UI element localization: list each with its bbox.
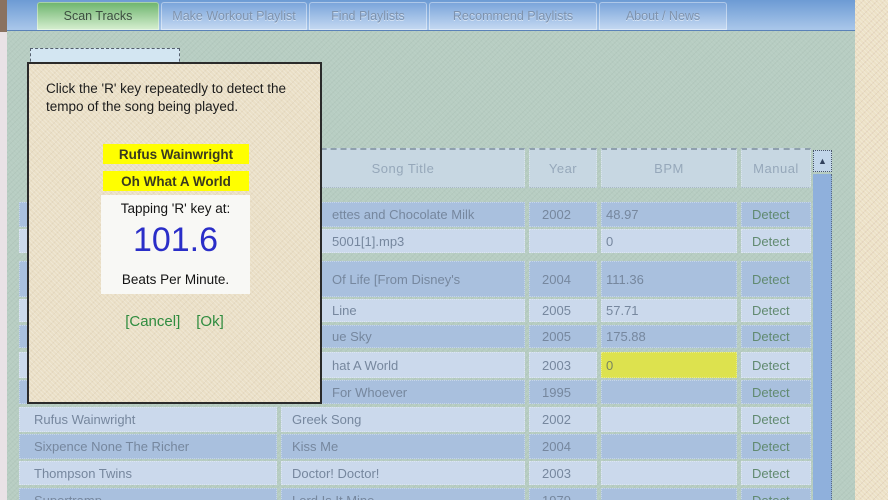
cell-year[interactable]: 1995 <box>529 380 597 404</box>
window-left-edge <box>0 0 7 500</box>
cell-bpm[interactable]: 48.97 <box>601 202 737 227</box>
cell-manual: Detect <box>741 434 811 459</box>
dialog-instruction-text: Click the 'R' key repeatedly to detect t… <box>46 81 287 114</box>
scrollbar-thumb[interactable] <box>813 174 832 500</box>
tapping-label: Tapping 'R' key at: <box>120 201 231 216</box>
detect-link[interactable]: Detect <box>752 358 790 373</box>
tab-about-news[interactable]: About / News <box>599 2 727 30</box>
tab-bar: Scan Tracks Make Workout Playlist Find Pla… <box>7 0 855 31</box>
cell-song-title[interactable]: Doctor! Doctor! <box>281 461 525 485</box>
cell-bpm[interactable] <box>601 407 737 432</box>
cell-manual: Detect <box>741 229 811 253</box>
bpm-value: 101.6 <box>132 221 219 259</box>
window-right-margin <box>855 0 888 500</box>
dialog-song-title: Oh What A World <box>103 171 249 191</box>
scroll-up-arrow-icon: ▲ <box>818 156 827 166</box>
bpm-unit-label: Beats Per Minute. <box>121 272 230 287</box>
cell-year[interactable]: 2002 <box>529 407 597 432</box>
cancel-button[interactable]: [Cancel] <box>125 313 180 330</box>
dialog-buttons: [Cancel] [Ok] <box>29 313 320 330</box>
cell-bpm[interactable]: 111.36 <box>601 261 737 297</box>
cell-artist[interactable]: Rufus Wainwright <box>19 407 277 432</box>
cell-year[interactable]: 2004 <box>529 261 597 297</box>
detect-link[interactable]: Detect <box>752 234 790 249</box>
cell-bpm[interactable]: 0 <box>601 229 737 253</box>
cell-year[interactable]: 2004 <box>529 434 597 459</box>
cell-manual: Detect <box>741 488 811 500</box>
cell-bpm[interactable] <box>601 434 737 459</box>
cell-artist[interactable]: Sixpence None The Richer <box>19 434 277 459</box>
cell-year[interactable] <box>529 229 597 253</box>
cell-year[interactable]: 2003 <box>529 461 597 485</box>
app-window: Scan Tracks Make Workout Playlist Find Pla… <box>0 0 888 500</box>
cell-bpm[interactable] <box>601 488 737 500</box>
cell-bpm[interactable]: 0 <box>601 352 737 378</box>
cell-manual: Detect <box>741 352 811 378</box>
detect-link[interactable]: Detect <box>752 385 790 400</box>
tab-make-workout-playlist[interactable]: Make Workout Playlist <box>161 2 307 30</box>
ok-button[interactable]: [Ok] <box>196 313 224 330</box>
window-left-edge-top <box>0 0 7 32</box>
scrollbar-up-button[interactable]: ▲ <box>813 150 832 172</box>
tab-scan-tracks[interactable]: Scan Tracks <box>37 2 159 30</box>
dialog-artist-name: Rufus Wainwright <box>103 144 249 164</box>
cell-bpm[interactable]: 57.71 <box>601 299 737 322</box>
cell-artist[interactable]: Thompson Twins <box>19 461 277 485</box>
cell-year[interactable]: 2005 <box>529 325 597 348</box>
cell-year[interactable]: 1979 <box>529 488 597 500</box>
detect-link[interactable]: Detect <box>752 439 790 454</box>
detect-link[interactable]: Detect <box>752 303 790 318</box>
cell-year[interactable]: 2003 <box>529 352 597 378</box>
cell-bpm[interactable] <box>601 461 737 485</box>
cell-manual: Detect <box>741 325 811 348</box>
tempo-detect-dialog: Click the 'R' key repeatedly to detect t… <box>27 62 322 404</box>
cell-manual: Detect <box>741 461 811 485</box>
cell-manual: Detect <box>741 261 811 297</box>
detect-link[interactable]: Detect <box>752 412 790 427</box>
cell-manual: Detect <box>741 380 811 404</box>
cell-manual: Detect <box>741 202 811 227</box>
cell-bpm[interactable]: 175.88 <box>601 325 737 348</box>
cell-song-title[interactable]: Lord Is It Mine <box>281 488 525 500</box>
detect-link[interactable]: Detect <box>752 329 790 344</box>
cell-manual: Detect <box>741 299 811 322</box>
cell-year[interactable]: 2002 <box>529 202 597 227</box>
column-header-bpm[interactable]: BPM <box>601 148 737 188</box>
detect-link[interactable]: Detect <box>752 272 790 287</box>
cell-bpm[interactable] <box>601 380 737 404</box>
cell-song-title[interactable]: Greek Song <box>281 407 525 432</box>
tab-recommend-playlists[interactable]: Recommend Playlists <box>429 2 597 30</box>
cell-year[interactable]: 2005 <box>529 299 597 322</box>
detect-link[interactable]: Detect <box>752 466 790 481</box>
detect-link[interactable]: Detect <box>752 207 790 222</box>
cell-manual: Detect <box>741 407 811 432</box>
cell-song-title[interactable]: Kiss Me <box>281 434 525 459</box>
cell-artist[interactable]: Supertramp <box>19 488 277 500</box>
tab-find-playlists[interactable]: Find Playlists <box>309 2 427 30</box>
column-header-manual[interactable]: Manual <box>741 148 811 188</box>
dialog-bpm-panel: Tapping 'R' key at: 101.6 Beats Per Minu… <box>101 195 250 294</box>
detect-link[interactable]: Detect <box>752 493 790 500</box>
column-header-year[interactable]: Year <box>529 148 597 188</box>
